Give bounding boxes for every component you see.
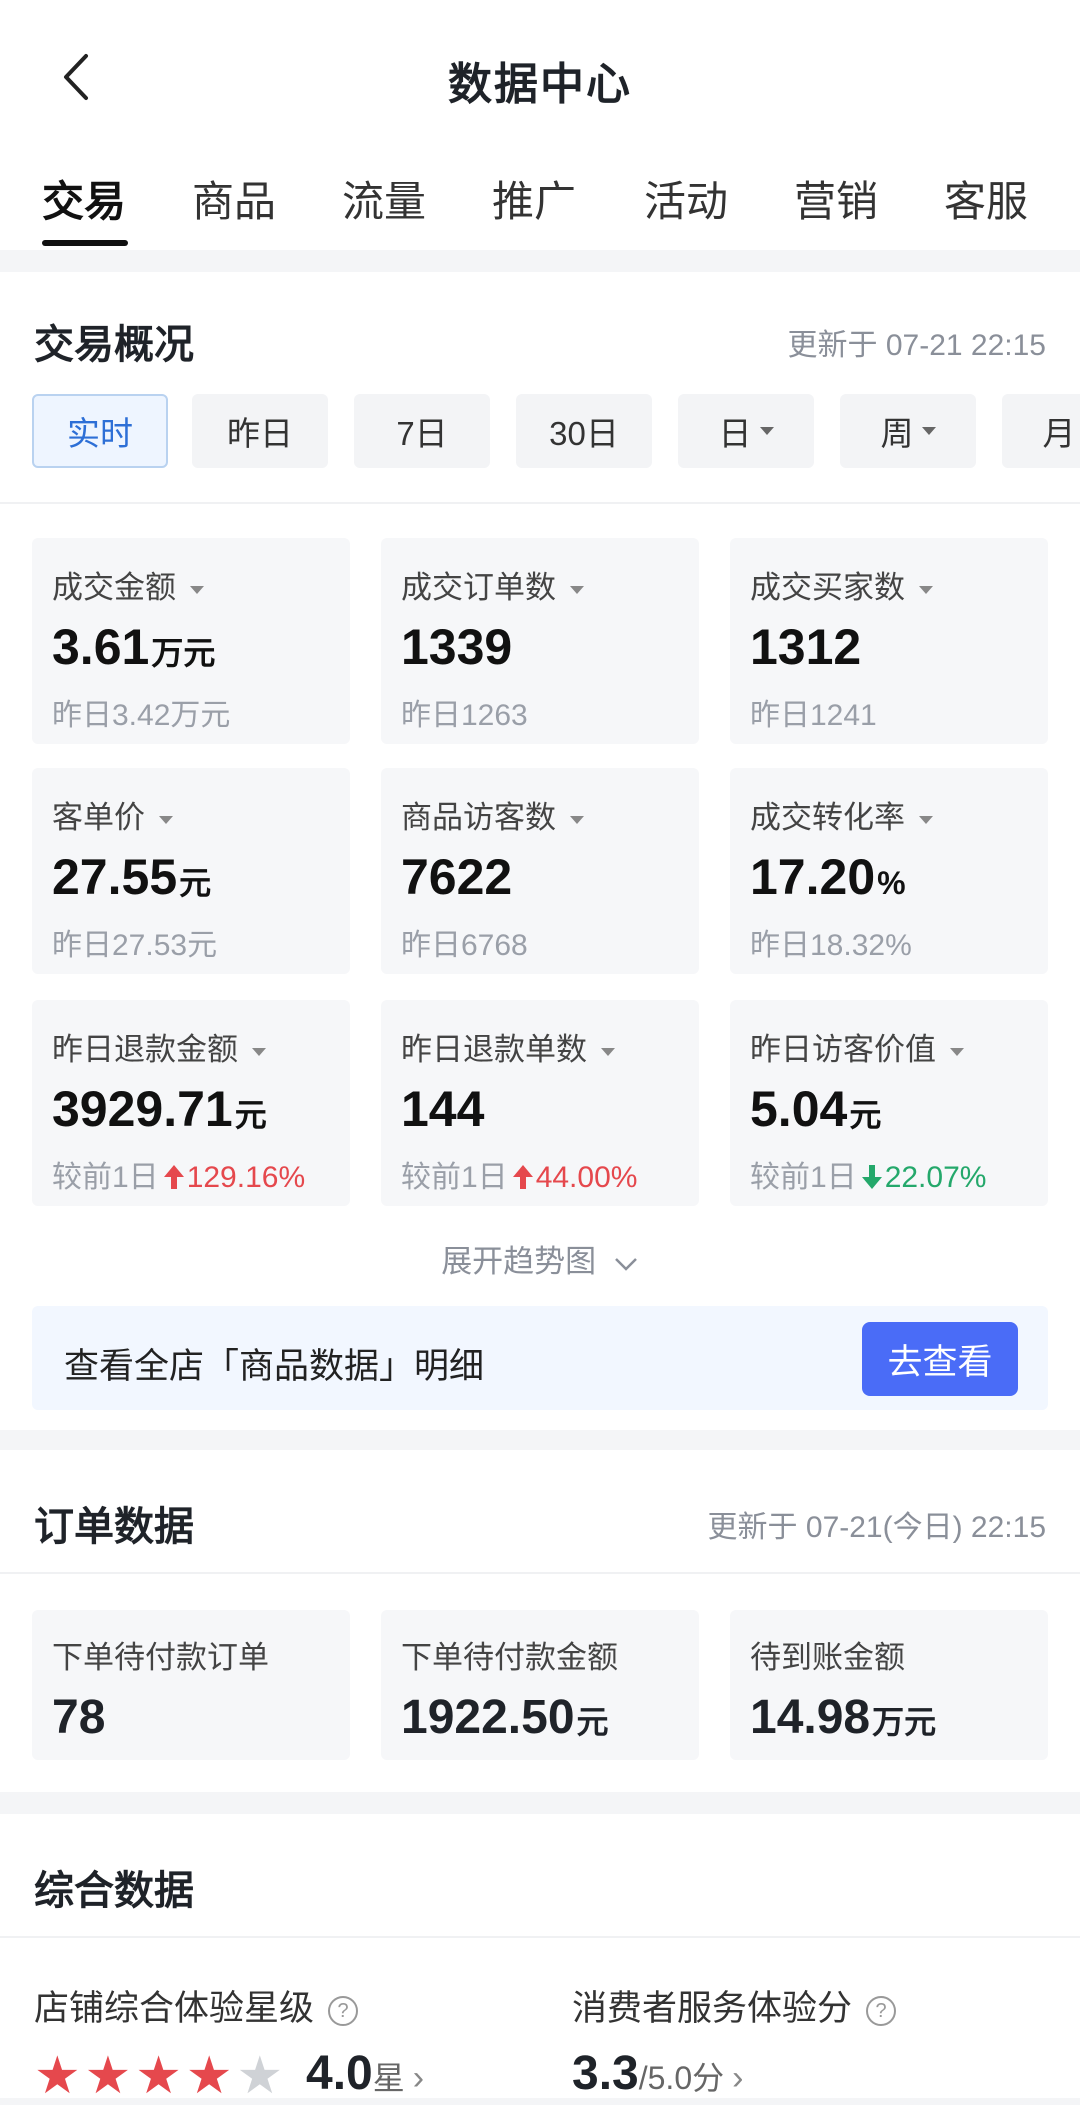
metric-avg-order-value[interactable]: 客单价 27.55元 昨日27.53元 bbox=[32, 768, 350, 974]
orders-update-time: 更新于 07-21(今日) 22:15 bbox=[707, 1511, 1046, 1544]
chevron-down-icon bbox=[252, 1047, 266, 1056]
section-title-order-data: 订单数据 bbox=[34, 1505, 194, 1549]
category-tabs: 交易 商品 流量 推广 活动 营销 客服 bbox=[0, 150, 1080, 250]
chevron-down-icon bbox=[159, 815, 173, 824]
chevron-down-icon bbox=[950, 1047, 964, 1056]
chevron-right-icon: › bbox=[732, 2059, 744, 2097]
period-month-dropdown[interactable]: 月 bbox=[1002, 394, 1080, 468]
period-day-dropdown[interactable]: 日 bbox=[678, 394, 814, 468]
chevron-down-icon bbox=[921, 427, 936, 435]
chevron-down-icon bbox=[759, 427, 774, 435]
expand-trend-chart[interactable]: 展开趋势图 bbox=[0, 1236, 1080, 1281]
consumer-service-label: 消费者服务体验分? bbox=[572, 1980, 897, 2031]
chevron-down-icon bbox=[919, 585, 933, 594]
metric-visitor-value[interactable]: 昨日访客价值 5.04元 较前1日 22.07% bbox=[730, 1000, 1048, 1206]
order-pending-payment-count[interactable]: 下单待付款订单 78 bbox=[32, 1610, 350, 1760]
overview-update-time: 更新于 07-21 22:15 bbox=[787, 329, 1046, 362]
order-pending-payment-amount[interactable]: 下单待付款金额 1922.50元 bbox=[381, 1610, 699, 1760]
chevron-right-icon: › bbox=[412, 2059, 425, 2097]
detail-banner-text: 查看全店「商品数据」明细 bbox=[64, 1347, 485, 1386]
divider bbox=[0, 502, 1080, 504]
metric-product-visitors[interactable]: 商品访客数 7622 昨日6768 bbox=[381, 768, 699, 974]
divider bbox=[0, 1572, 1080, 1574]
period-realtime[interactable]: 实时 bbox=[32, 394, 168, 468]
tab-trade[interactable]: 交易 bbox=[42, 168, 126, 229]
star-icon-filled: ★ bbox=[84, 2047, 132, 2105]
star-icon-filled: ★ bbox=[34, 2047, 81, 2105]
divider bbox=[0, 1936, 1080, 1938]
chevron-down-icon bbox=[570, 585, 584, 594]
tab-products[interactable]: 商品 bbox=[192, 168, 276, 229]
arrow-down-icon bbox=[861, 1165, 882, 1190]
view-details-button[interactable]: 去查看 bbox=[862, 1322, 1018, 1396]
metric-refund-orders[interactable]: 昨日退款单数 144 较前1日 44.00% bbox=[381, 1000, 699, 1206]
metric-conversion-rate[interactable]: 成交转化率 17.20% 昨日18.32% bbox=[730, 768, 1048, 974]
period-week-dropdown[interactable]: 周 bbox=[840, 394, 976, 468]
tab-activities[interactable]: 活动 bbox=[644, 168, 728, 229]
help-icon[interactable]: ? bbox=[866, 1995, 897, 2026]
tab-customer-service[interactable]: 客服 bbox=[944, 168, 1028, 229]
help-icon[interactable]: ? bbox=[328, 1995, 359, 2026]
store-experience-label: 店铺综合体验星级? bbox=[34, 1980, 359, 2031]
tab-promotion[interactable]: 推广 bbox=[492, 168, 576, 229]
chevron-down-icon bbox=[919, 815, 933, 824]
period-30-days[interactable]: 30日 bbox=[516, 394, 652, 468]
chevron-down-icon bbox=[614, 1257, 637, 1271]
period-selector: 实时 昨日 7日 30日 日 周 月 bbox=[32, 394, 1080, 472]
star-icon-filled: ★ bbox=[185, 2047, 233, 2105]
section-title-trade-overview: 交易概况 bbox=[34, 323, 194, 367]
order-pending-settlement-amount[interactable]: 待到账金额 14.98万元 bbox=[730, 1610, 1048, 1760]
metric-refund-amount[interactable]: 昨日退款金额 3929.71元 较前1日 129.16% bbox=[32, 1000, 350, 1206]
metric-gmv[interactable]: 成交金额 3.61万元 昨日3.42万元 bbox=[32, 538, 350, 744]
period-7-days[interactable]: 7日 bbox=[354, 394, 490, 468]
store-star-value[interactable]: 4.0星 › bbox=[306, 2046, 424, 2101]
star-icon-empty: ★ bbox=[236, 2047, 284, 2105]
product-data-detail-banner: 查看全店「商品数据」明细 去查看 bbox=[32, 1306, 1048, 1410]
arrow-up-icon bbox=[512, 1165, 533, 1190]
section-title-overall-data: 综合数据 bbox=[34, 1869, 194, 1913]
active-tab-indicator bbox=[42, 240, 128, 246]
tab-marketing[interactable]: 营销 bbox=[794, 168, 878, 229]
metric-buyers[interactable]: 成交买家数 1312 昨日1241 bbox=[730, 538, 1048, 744]
tab-traffic[interactable]: 流量 bbox=[342, 168, 426, 229]
star-icon-filled: ★ bbox=[135, 2047, 182, 2105]
period-yesterday[interactable]: 昨日 bbox=[192, 394, 328, 468]
chevron-down-icon bbox=[601, 1047, 615, 1056]
page-title: 数据中心 bbox=[448, 60, 632, 109]
top-bar: 数据中心 bbox=[0, 0, 1080, 150]
chevron-down-icon bbox=[570, 815, 584, 824]
consumer-service-score[interactable]: 3.3/5.0分 › bbox=[572, 2046, 743, 2101]
chevron-down-icon bbox=[190, 585, 204, 594]
star-rating: ★★★★★ bbox=[34, 2050, 287, 2102]
metric-orders[interactable]: 成交订单数 1339 昨日1263 bbox=[381, 538, 699, 744]
arrow-up-icon bbox=[163, 1165, 184, 1190]
